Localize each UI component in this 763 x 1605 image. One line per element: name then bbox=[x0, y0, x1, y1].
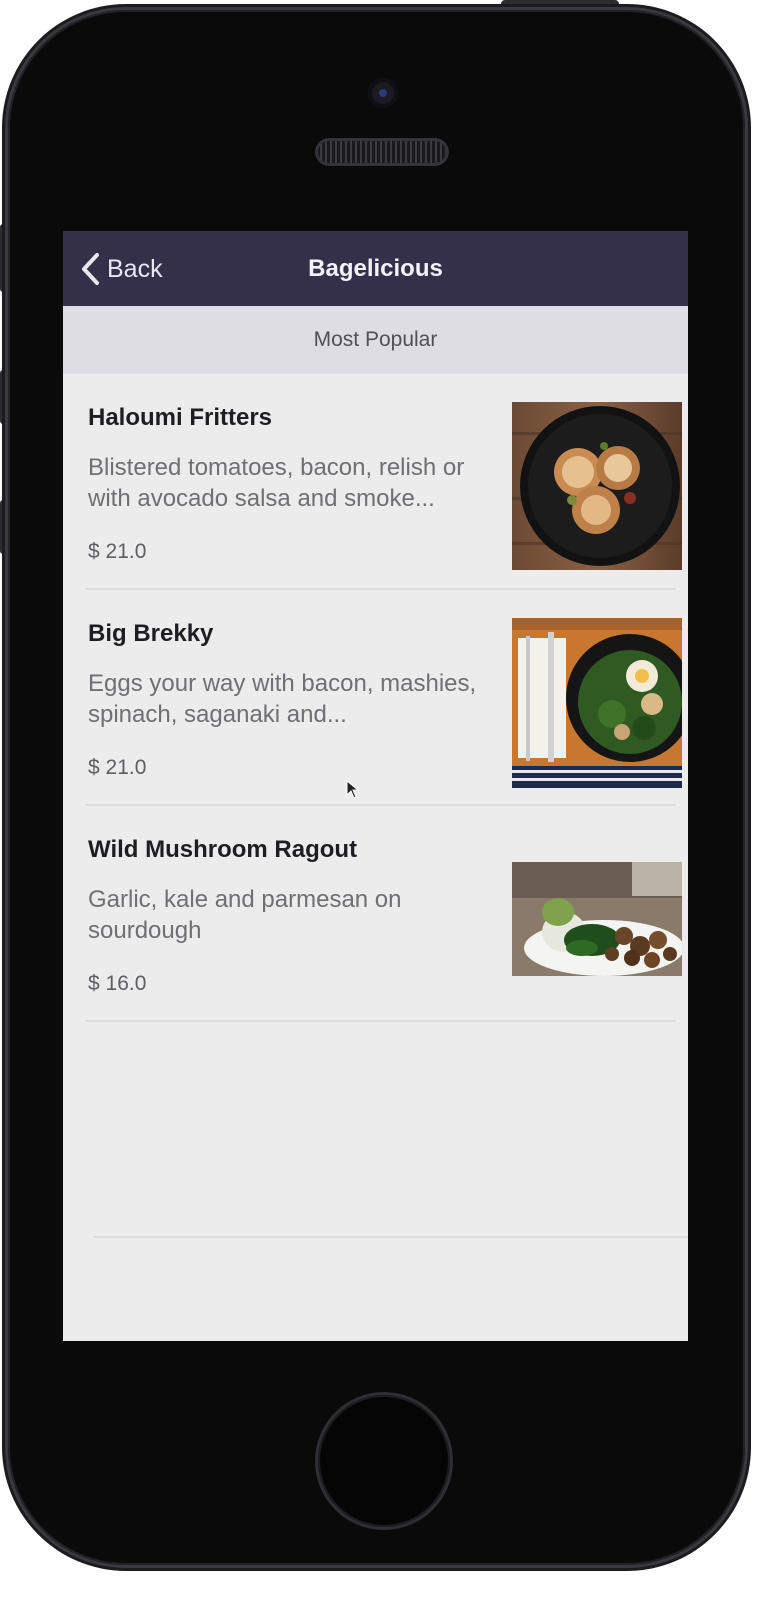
navigation-bar: Back Bagelicious bbox=[63, 231, 688, 306]
page-title: Bagelicious bbox=[308, 255, 443, 282]
list-item[interactable]: Haloumi Fritters Blistered tomatoes, bac… bbox=[63, 374, 688, 590]
list-item[interactable]: Wild Mushroom Ragout Garlic, kale and pa… bbox=[63, 806, 688, 1022]
sleep-button bbox=[501, 0, 619, 10]
list-item[interactable]: Big Brekky Eggs your way with bacon, mas… bbox=[63, 590, 688, 806]
item-description: Garlic, kale and parmesan on sourdough bbox=[88, 886, 402, 944]
simulator-stage: Back Bagelicious Most Popular Haloumi Fr… bbox=[0, 0, 763, 1605]
item-name: Wild Mushroom Ragout bbox=[88, 836, 358, 863]
app-screen: Back Bagelicious Most Popular Haloumi Fr… bbox=[63, 231, 688, 1341]
wild-mushroom-ragout-photo bbox=[512, 862, 682, 976]
row-divider bbox=[85, 1020, 676, 1022]
row-divider bbox=[93, 1236, 688, 1238]
item-description: Blistered tomatoes, bacon, relish or wit… bbox=[88, 454, 465, 512]
front-camera bbox=[368, 78, 398, 108]
item-price: $ 21.0 bbox=[88, 540, 147, 563]
item-price: $ 21.0 bbox=[88, 756, 147, 779]
item-name: Haloumi Fritters bbox=[88, 404, 273, 431]
item-description: Eggs your way with bacon, mashies, spina… bbox=[88, 670, 477, 728]
earpiece-speaker bbox=[315, 138, 449, 166]
home-button[interactable] bbox=[318, 1395, 450, 1527]
item-price: $ 16.0 bbox=[88, 972, 147, 995]
mouse-pointer-icon bbox=[346, 780, 360, 799]
haloumi-fritters-photo bbox=[512, 402, 682, 570]
big-brekky-photo bbox=[512, 618, 682, 788]
section-header: Most Popular bbox=[63, 306, 688, 374]
item-name: Big Brekky bbox=[88, 620, 214, 647]
